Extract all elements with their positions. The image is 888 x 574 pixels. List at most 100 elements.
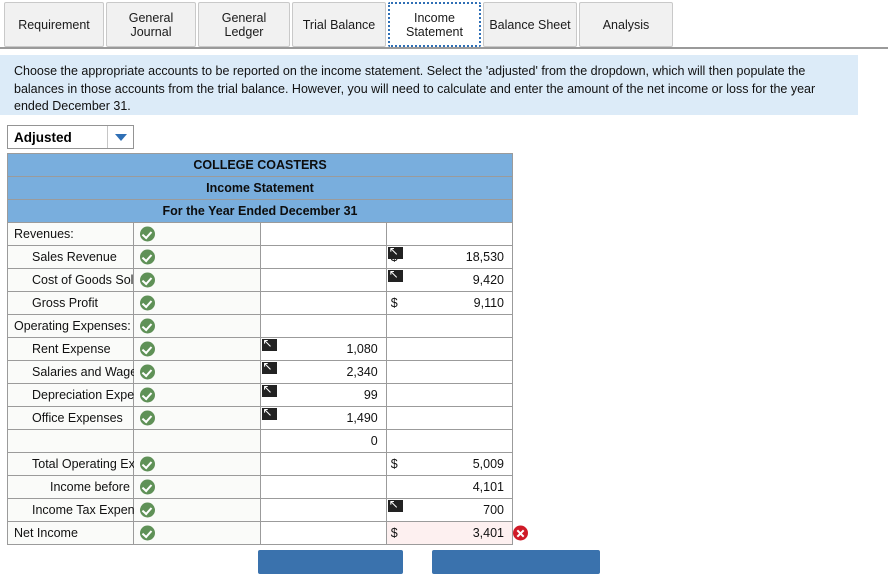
adjusted-dropdown[interactable]: Adjusted <box>7 125 134 149</box>
tab-balance-sheet[interactable]: Balance Sheet <box>483 2 577 47</box>
check-icon <box>140 249 156 265</box>
statement-row: Rent Expense 1,080 <box>6 336 514 361</box>
row-right-amount: 5,009 <box>472 457 504 471</box>
row-middle-amount-cell[interactable] <box>259 521 387 545</box>
row-right-amount-cell[interactable]: 4,101 <box>385 475 514 499</box>
row-middle-amount-cell[interactable]: 1,080 <box>259 336 387 361</box>
row-label-cell[interactable]: Gross Profit <box>6 291 135 315</box>
row-label-cell[interactable]: Depreciation Expense <box>6 383 155 407</box>
row-label: Income Tax Expense <box>32 503 148 517</box>
row-status-cell <box>133 429 261 453</box>
row-right-amount: 18,530 <box>465 250 504 264</box>
row-status-cell <box>133 383 261 407</box>
currency-symbol: $ <box>390 296 398 310</box>
row-label-cell[interactable] <box>6 429 135 453</box>
row-label-cell[interactable]: Office Expenses <box>6 406 135 430</box>
row-middle-amount-cell[interactable] <box>259 268 387 292</box>
row-right-amount-cell[interactable] <box>385 429 514 453</box>
row-right-amount-cell[interactable] <box>385 337 514 361</box>
currency-symbol: $ <box>390 457 398 471</box>
row-middle-amount-cell[interactable]: 0 <box>259 429 387 453</box>
instruction-banner: Choose the appropriate accounts to be re… <box>0 55 858 115</box>
row-right-amount-cell[interactable]: $5,009 <box>385 452 514 476</box>
row-label-cell[interactable]: Cost of Goods Sold <box>6 268 140 292</box>
row-middle-amount-cell[interactable] <box>259 498 387 522</box>
reference-arrow-icon[interactable] <box>387 267 403 282</box>
row-status-cell <box>133 314 261 338</box>
row-label: Income before Income Tax Expense <box>50 480 249 494</box>
instruction-text: Choose the appropriate accounts to be re… <box>14 64 816 113</box>
row-label-cell[interactable]: Income Tax Expense <box>6 498 148 522</box>
row-label-cell[interactable]: Sales Revenue <box>6 245 135 269</box>
row-label: Depreciation Expense <box>32 388 155 402</box>
reference-arrow-icon[interactable] <box>261 382 277 397</box>
row-label: Net Income <box>14 526 78 540</box>
check-icon <box>140 226 156 242</box>
row-label-cell[interactable]: Operating Expenses: <box>6 314 135 338</box>
previous-button[interactable] <box>258 550 403 574</box>
row-status-cell <box>133 475 261 499</box>
tab-general-ledger[interactable]: General Ledger <box>198 2 290 47</box>
row-middle-amount-cell[interactable] <box>259 291 387 315</box>
check-icon <box>140 387 156 403</box>
row-right-amount-cell[interactable] <box>385 406 514 430</box>
row-right-amount-cell[interactable] <box>385 314 514 338</box>
row-middle-amount-cell[interactable] <box>259 245 387 269</box>
row-right-amount: 9,110 <box>473 296 504 310</box>
error-x-icon <box>513 525 528 541</box>
row-label-cell[interactable]: Net Income <box>6 521 135 545</box>
tab-general-journal[interactable]: General Journal <box>106 2 196 47</box>
row-right-amount-cell[interactable]: $18,530 <box>385 244 514 269</box>
row-label-cell[interactable]: Income before Income Tax Expense <box>6 475 249 499</box>
row-right-amount-cell[interactable]: $3,401 <box>385 521 528 545</box>
tab-analysis[interactable]: Analysis <box>579 2 673 47</box>
tab-trial-balance[interactable]: Trial Balance <box>292 2 386 47</box>
statement-title-row: COLLEGE COASTERS <box>7 153 513 177</box>
reference-arrow-icon[interactable] <box>387 497 403 512</box>
row-label-cell[interactable]: Total Operating Expenses <box>6 452 175 476</box>
row-right-amount-cell[interactable]: $9,110 <box>385 291 514 315</box>
row-right-amount: 4,101 <box>472 480 504 494</box>
row-right-amount-cell[interactable] <box>385 383 514 407</box>
chevron-down-icon[interactable] <box>107 126 133 148</box>
row-status-cell <box>133 498 261 522</box>
row-label-cell[interactable]: Salaries and Wages Expense <box>6 360 196 384</box>
statement-title-row: Income Statement <box>7 176 513 200</box>
row-middle-amount-cell[interactable]: 1,490 <box>259 405 387 430</box>
row-middle-amount: 1,080 <box>346 342 378 356</box>
row-right-amount-cell[interactable] <box>385 222 514 246</box>
row-status-cell <box>133 360 261 384</box>
row-middle-amount: 2,340 <box>346 365 378 379</box>
check-icon <box>140 502 156 518</box>
row-status-cell <box>133 245 261 269</box>
statement-title-line: For the Year Ended December 31 <box>7 199 513 223</box>
reference-arrow-icon[interactable] <box>261 336 277 351</box>
row-middle-amount-cell[interactable] <box>259 452 387 476</box>
row-label: Revenues: <box>14 227 74 241</box>
row-right-amount-cell[interactable] <box>385 360 514 384</box>
row-right-amount: 3,401 <box>472 526 504 540</box>
row-right-amount: 9,420 <box>472 273 504 287</box>
check-icon <box>140 272 156 288</box>
check-icon <box>140 341 156 357</box>
row-right-amount-cell[interactable]: 9,420 <box>385 267 514 292</box>
next-button[interactable] <box>432 550 600 574</box>
row-label: Sales Revenue <box>32 250 117 264</box>
row-label-cell[interactable]: Revenues: <box>6 222 135 246</box>
row-right-amount-cell[interactable]: 700 <box>385 497 514 522</box>
row-middle-amount-cell[interactable] <box>259 222 387 246</box>
reference-arrow-icon[interactable] <box>261 405 277 420</box>
statement-row: Cost of Goods Sold 9,420 <box>6 267 514 292</box>
check-icon <box>140 318 156 334</box>
tab-requirement[interactable]: Requirement <box>4 2 104 47</box>
row-middle-amount-cell[interactable] <box>259 475 387 499</box>
row-middle-amount-cell[interactable] <box>259 314 387 338</box>
tab-income-statement[interactable]: Income Statement <box>388 2 481 47</box>
reference-arrow-icon[interactable] <box>387 244 403 259</box>
row-label-cell[interactable]: Rent Expense <box>6 337 135 361</box>
statement-row: 0 <box>6 429 514 453</box>
row-middle-amount-cell[interactable]: 99 <box>259 382 387 407</box>
reference-arrow-icon[interactable] <box>261 359 277 374</box>
row-middle-amount-cell[interactable]: 2,340 <box>259 359 387 384</box>
income-statement-table: COLLEGE COASTERS Income Statement For the … <box>6 153 528 545</box>
